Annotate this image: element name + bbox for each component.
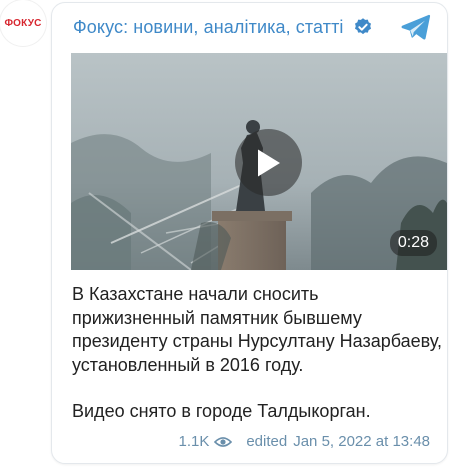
channel-title[interactable]: Фокус: новини, аналітика, статті xyxy=(73,17,344,38)
eye-icon xyxy=(214,436,233,447)
post-meta: 1.1K edited Jan 5, 2022 at 13:48 xyxy=(178,433,430,450)
post-text: В Казахстане начали сносить прижизненный… xyxy=(72,283,442,424)
avatar-label: ФОКУС xyxy=(4,17,42,29)
post-date[interactable]: Jan 5, 2022 at 13:48 xyxy=(293,433,430,450)
post-paragraph: Видео снято в городе Талдыкорган. xyxy=(72,401,371,421)
video-duration: 0:28 xyxy=(389,230,437,256)
edited-label: edited xyxy=(246,433,288,450)
telegram-icon[interactable] xyxy=(401,13,431,41)
post-header: Фокус: новини, аналітика, статті xyxy=(52,3,447,51)
post-bubble: Фокус: новини, аналітика, статті 0:28 В … xyxy=(51,2,448,464)
video-player[interactable]: 0:28 xyxy=(71,53,447,270)
channel-avatar[interactable]: ФОКУС xyxy=(0,0,46,46)
post-paragraph: В Казахстане начали сносить прижизненный… xyxy=(72,284,443,375)
view-count: 1.1K xyxy=(178,433,210,450)
play-button[interactable] xyxy=(235,129,302,196)
play-icon xyxy=(257,149,280,176)
verified-badge-icon xyxy=(354,18,371,35)
